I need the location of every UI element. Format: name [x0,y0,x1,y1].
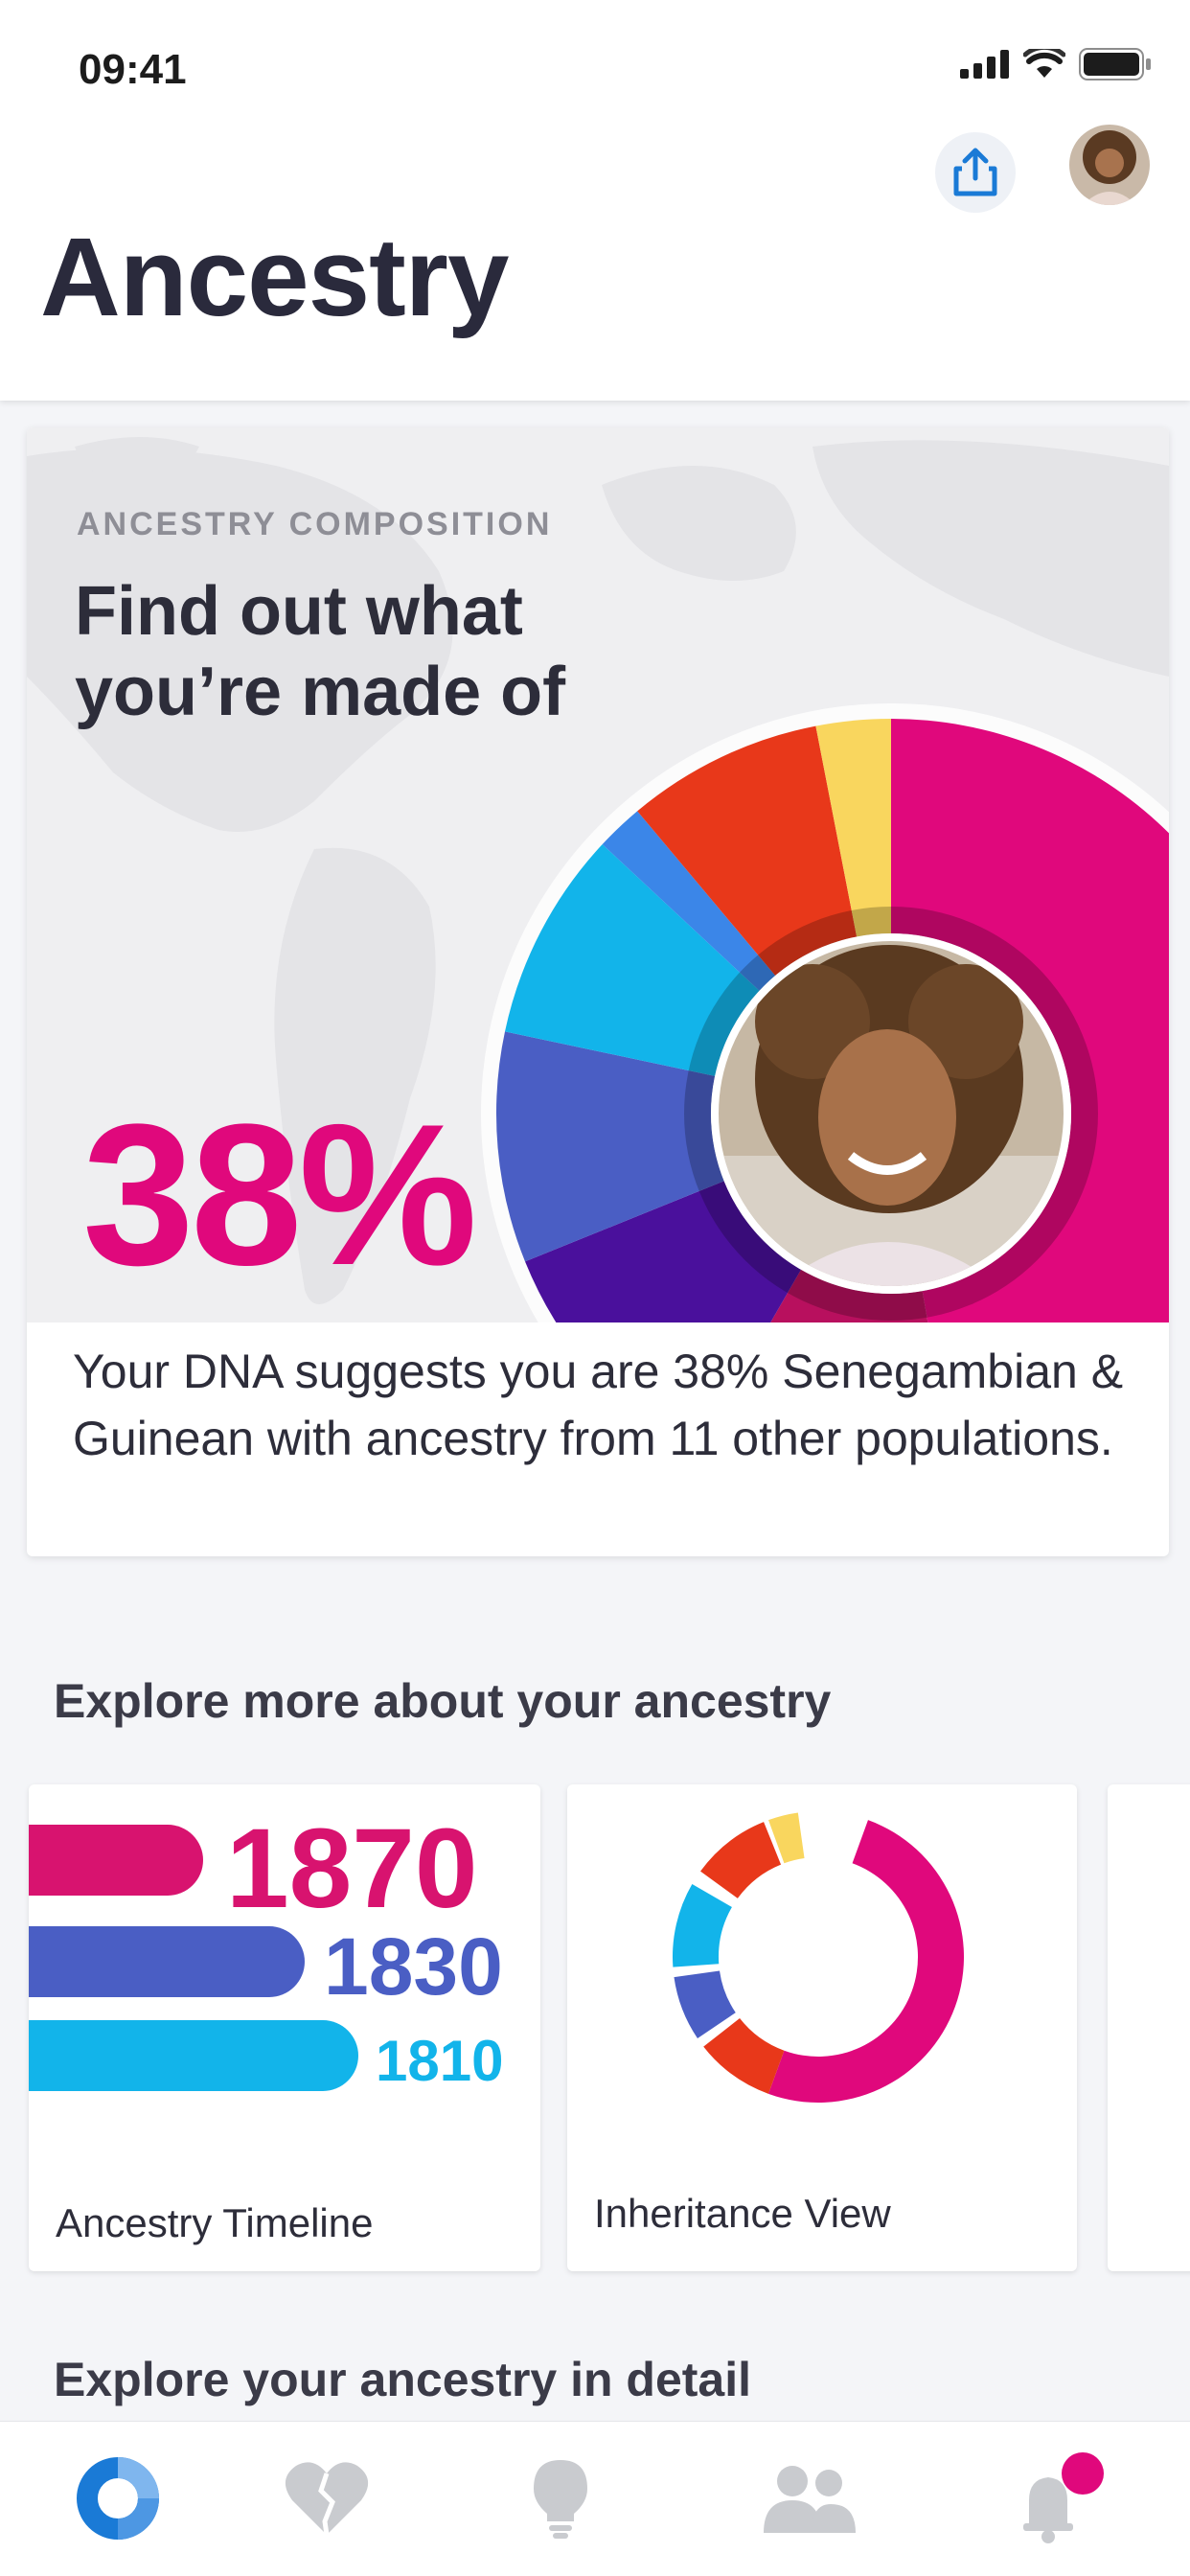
health-icon [285,2462,369,2536]
battery-icon [1079,48,1151,80]
timeline-bar-1870 [29,1825,203,1896]
timeline-year-1830: 1830 [324,1921,503,2012]
page-title: Ancestry [40,215,509,339]
timeline-bar-1830 [29,1926,305,1997]
share-icon [953,148,997,196]
card-label-timeline: Ancestry Timeline [56,2200,374,2245]
notifications-icon [1023,2452,1104,2543]
status-icons [960,48,1152,80]
explore-cards: 1870 1830 1810 Ancestry Timeline Inherit… [0,1784,1190,2273]
traits-icon [534,2460,587,2539]
inheritance-donut-icon [673,1812,964,2103]
timeline-bar-1810 [29,2020,358,2091]
ancestry-composition-card[interactable]: ANCESTRY COMPOSITION Find out what you’r… [27,427,1169,1556]
wifi-icon [1023,49,1065,78]
next-card-peek[interactable] [1108,1784,1190,2271]
status-time: 09:41 [79,46,187,93]
tab-traits[interactable] [508,2450,613,2546]
mini-donut-segment-magenta [768,1820,964,2103]
mini-donut-segment-red_orange [703,2018,785,2094]
tab-notifications[interactable] [1000,2450,1106,2546]
hero-title: Find out what you’re made of [75,573,566,730]
ancestry-timeline-card[interactable]: 1870 1830 1810 Ancestry Timeline [29,1784,540,2271]
signal-icon [960,50,1009,79]
tab-bar [0,2421,1190,2576]
hero-description: Your DNA suggests you are 38% Senegambia… [73,1345,1124,1465]
timeline-year-1870: 1870 [226,1806,478,1932]
inheritance-view-card[interactable]: Inheritance View [567,1784,1077,2271]
app-header: 09:41 Ancestry [0,0,1190,401]
avatar-photo [1069,125,1150,205]
hero-eyebrow: ANCESTRY COMPOSITION [77,506,553,542]
card-label-inheritance: Inheritance View [594,2191,891,2236]
detail-section-title: Explore your ancestry in detail [54,2353,752,2406]
relatives-icon [764,2466,856,2533]
tab-ancestry[interactable] [65,2450,171,2546]
mini-donut-segment-red_orange [700,1822,782,1898]
notification-badge [1062,2452,1104,2495]
tab-health[interactable] [274,2450,379,2546]
share-button[interactable] [935,132,1016,213]
timeline-year-1810: 1810 [376,2029,504,2093]
mini-donut-segment-royal_blue [674,1970,736,2038]
tab-relatives[interactable] [757,2450,862,2546]
ancestry-icon [77,2457,159,2540]
hero-percent: 38% [82,1082,477,1307]
profile-avatar[interactable] [1069,125,1150,205]
mini-donut-segment-sky_blue [673,1884,732,1967]
explore-section-title: Explore more about your ancestry [54,1674,832,1728]
